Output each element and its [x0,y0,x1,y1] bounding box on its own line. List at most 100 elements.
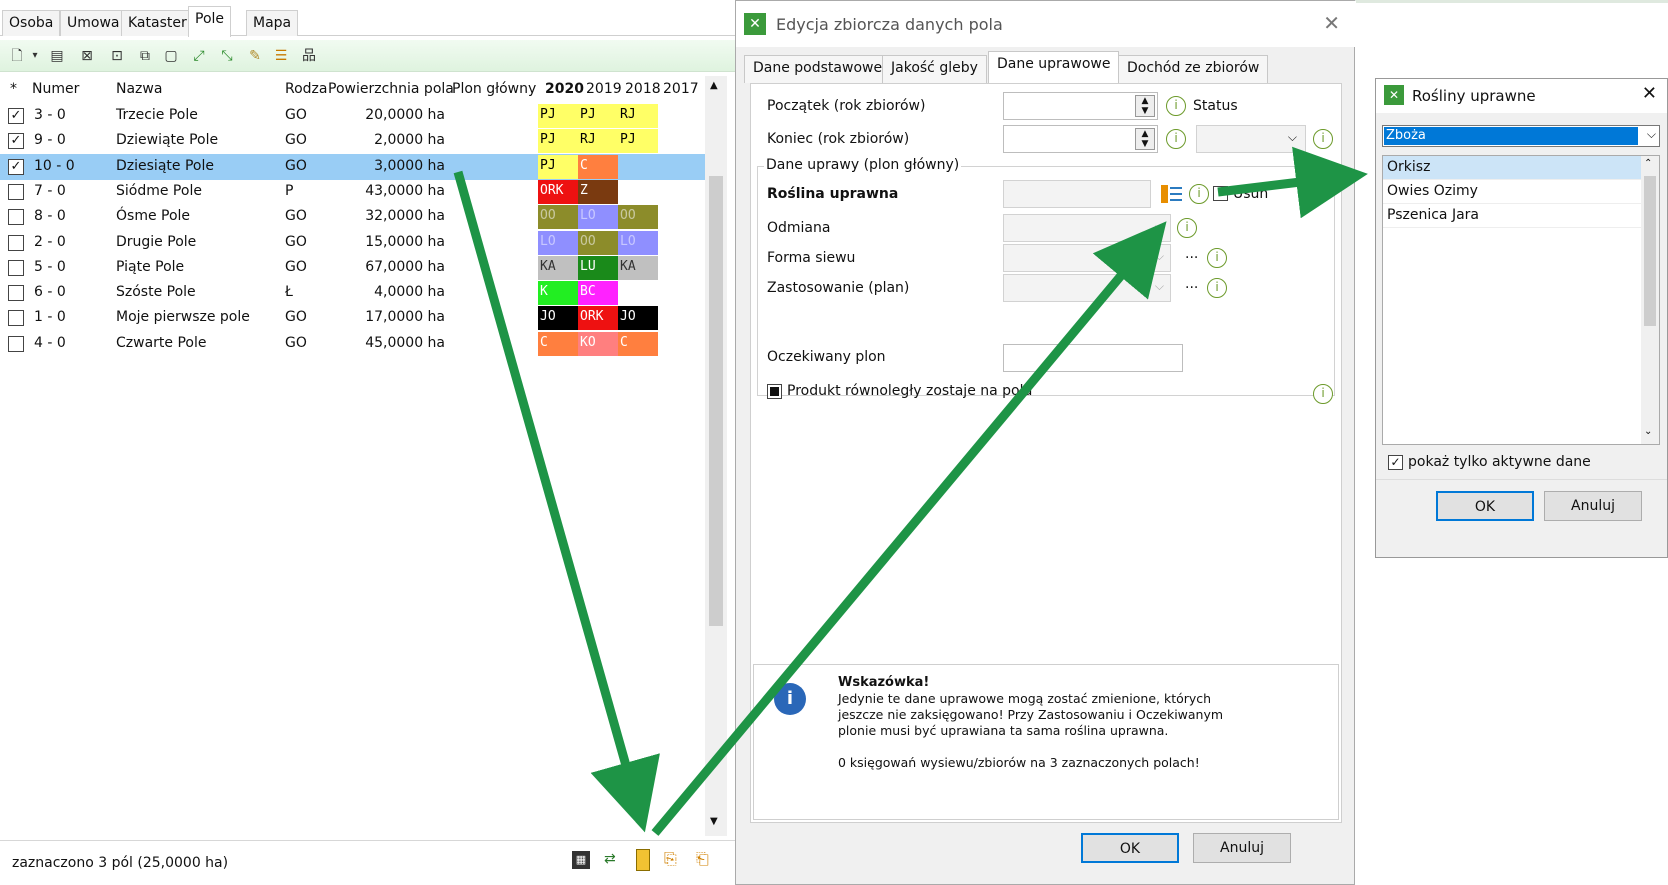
info-icon[interactable]: i [1313,384,1333,404]
info-icon[interactable]: i [1166,96,1186,116]
field-list-panel: Osoba Umowa Kataster Pole Mapa 🗋 ▾ ▤ ⊠ ⊡… [0,0,735,885]
produkt-checkbox[interactable] [767,384,782,399]
row-checkbox[interactable] [8,183,24,200]
header-2019[interactable]: 2019 [586,81,622,97]
crop-list-item[interactable]: Owies Ozimy [1383,180,1641,204]
table-row[interactable]: 2 - 0 Drugie Pole GO 15,0000 ha LO OO LO [0,230,705,256]
hierarchy-icon[interactable]: 品 [300,47,318,65]
tab-pole[interactable]: Pole [188,6,232,37]
info-icon[interactable]: i [1207,278,1227,298]
spin-icon[interactable]: ▲ ▼ [1135,128,1155,150]
export-icon[interactable]: ⎘ [664,849,677,869]
map-icon[interactable]: ▦ [572,851,590,869]
dropdown-arrow-icon[interactable]: ▾ [26,47,44,65]
table-row[interactable]: ✓ 3 - 0 Trzecie Pole GO 20,0000 ha PJ PJ RJ [0,103,705,129]
row-numer: 1 - 0 [34,309,66,326]
poczatek-input[interactable]: ▲ ▼ [1003,92,1158,120]
roslina-input[interactable] [1003,180,1151,208]
crop-cancel-button[interactable]: Anuluj [1544,491,1642,521]
table-row[interactable]: ✓ 9 - 0 Dziewiąte Pole GO 2,0000 ha PJ RJ PJ [0,128,705,154]
tab-kataster[interactable]: Kataster [121,10,194,36]
more-button[interactable]: ... [1185,246,1198,262]
info-icon[interactable]: i [1313,129,1333,149]
row-checkbox[interactable] [8,259,24,276]
header-2018[interactable]: 2018 [625,81,661,97]
collapse-icon[interactable]: ⤡ [218,47,236,65]
tab-mapa[interactable]: Mapa [246,10,299,36]
header-nazwa[interactable]: Nazwa [116,81,162,97]
row-checkbox[interactable] [8,335,24,352]
more-button[interactable]: ... [1185,276,1198,292]
crop-ok-button[interactable]: OK [1436,491,1534,521]
header-powierzchnia[interactable]: Powierzchnia pola [328,81,454,97]
scroll-down-icon[interactable]: ▼ [710,816,718,827]
header-plon[interactable]: Plon główny [452,81,536,97]
grid-scrollbar[interactable]: ▲ ▼ [705,76,727,836]
usun-checkbox[interactable] [1213,186,1228,201]
zastosowanie-select[interactable]: ⌵ [1003,274,1171,302]
header-2020[interactable]: 2020 [545,81,584,97]
scroll-thumb[interactable] [709,176,723,626]
table-row[interactable]: 8 - 0 Ósme Pole GO 32,0000 ha OO LO OO [0,204,705,230]
table-row[interactable]: 6 - 0 Szóste Pole Ł 4,0000 ha K BC [0,280,705,306]
status-select[interactable]: ⌵ [1196,125,1306,153]
row-checkbox[interactable]: ✓ [8,158,24,175]
expand-icon[interactable]: ⤢ [190,47,208,65]
table-row[interactable]: 4 - 0 Czwarte Pole GO 45,0000 ha C KO C [0,331,705,357]
crop-list-item[interactable]: Pszenica Jara [1383,204,1641,228]
info-icon[interactable]: i [1166,129,1186,149]
spin-icon[interactable]: ▲ ▼ [1135,95,1155,117]
scroll-down-icon[interactable]: ⌄ [1644,426,1652,437]
transfer-icon[interactable]: ⇄ [604,851,616,867]
checklist-icon[interactable]: ☰ [272,47,290,65]
header-numer[interactable]: Numer [32,81,79,97]
row-checkbox[interactable] [8,310,24,327]
import-icon[interactable]: ⎗ [696,849,709,869]
header-rodzaj[interactable]: Rodza [285,81,327,97]
crop-list-item[interactable]: Orkisz [1383,156,1641,180]
ok-button[interactable]: OK [1081,833,1179,863]
row-checkbox[interactable] [8,285,24,302]
tab-dane-podstawowe[interactable]: Dane podstawowe [744,55,892,83]
info-icon[interactable]: i [1177,218,1197,238]
tab-dochod[interactable]: Dochód ze zbiorów [1118,55,1269,83]
tab-osoba[interactable]: Osoba [2,10,61,36]
category-select[interactable]: Zboża ⌵ [1382,125,1660,147]
close-icon[interactable]: ✕ [1323,11,1340,35]
table-row[interactable]: ✓ 10 - 0 Dziesiąte Pole GO 3,0000 ha PJ C [0,153,705,180]
table-row[interactable]: 7 - 0 Siódme Pole P 43,0000 ha ORK Z [0,179,705,205]
delete-document-icon[interactable]: ⊠ [78,47,96,65]
tab-dane-uprawowe[interactable]: Dane uprawowe [988,51,1120,84]
scroll-up-icon[interactable]: ▲ [710,80,718,91]
info-icon[interactable]: i [1207,248,1227,268]
crop-picker-dialog: ✕ Rośliny uprawne ✕ Zboża ⌵ Orkisz Owies … [1375,78,1668,558]
cancel-button[interactable]: Anuluj [1193,833,1291,863]
forma-siewu-select[interactable]: ⌵ [1003,244,1171,272]
pencil-icon[interactable]: ✎ [246,47,264,65]
copy-window-icon[interactable]: ⧉ [136,47,154,65]
close-icon[interactable]: ✕ [1642,83,1657,104]
tab-jakosc-gleby[interactable]: Jakość gleby [882,55,987,83]
active-only-checkbox[interactable]: ✓ [1388,455,1403,470]
koniec-input[interactable]: ▲ ▼ [1003,125,1158,153]
new-document-icon[interactable]: 🗋 [8,47,26,65]
row-checkbox[interactable]: ✓ [8,133,24,150]
row-checkbox[interactable] [8,234,24,251]
row-checkbox[interactable] [8,209,24,226]
table-row[interactable]: 1 - 0 Moje pierwsze pole GO 17,0000 ha JO ORK… [0,305,705,331]
preview-document-icon[interactable]: ⊡ [108,47,126,65]
window-icon[interactable]: ▢ [162,47,180,65]
tab-umowa[interactable]: Umowa [60,10,127,36]
odmiana-select[interactable]: ⌵ [1003,214,1171,242]
table-row[interactable]: 5 - 0 Piąte Pole GO 67,0000 ha KA LU KA [0,255,705,281]
scroll-up-icon[interactable]: ⌃ [1644,158,1652,169]
header-2017[interactable]: 2017 [663,81,699,97]
crop-picker-icon[interactable] [1161,183,1183,205]
scroll-thumb[interactable] [1644,176,1656,326]
crop-list-scrollbar[interactable]: ⌃ ⌄ [1641,156,1659,444]
edit-document-icon[interactable]: ▤ [48,47,66,65]
oczekiwany-plon-input[interactable] [1003,344,1183,372]
info-icon[interactable]: i [1189,184,1209,204]
row-checkbox[interactable]: ✓ [8,108,24,124]
crop-edit-icon[interactable] [636,849,650,871]
